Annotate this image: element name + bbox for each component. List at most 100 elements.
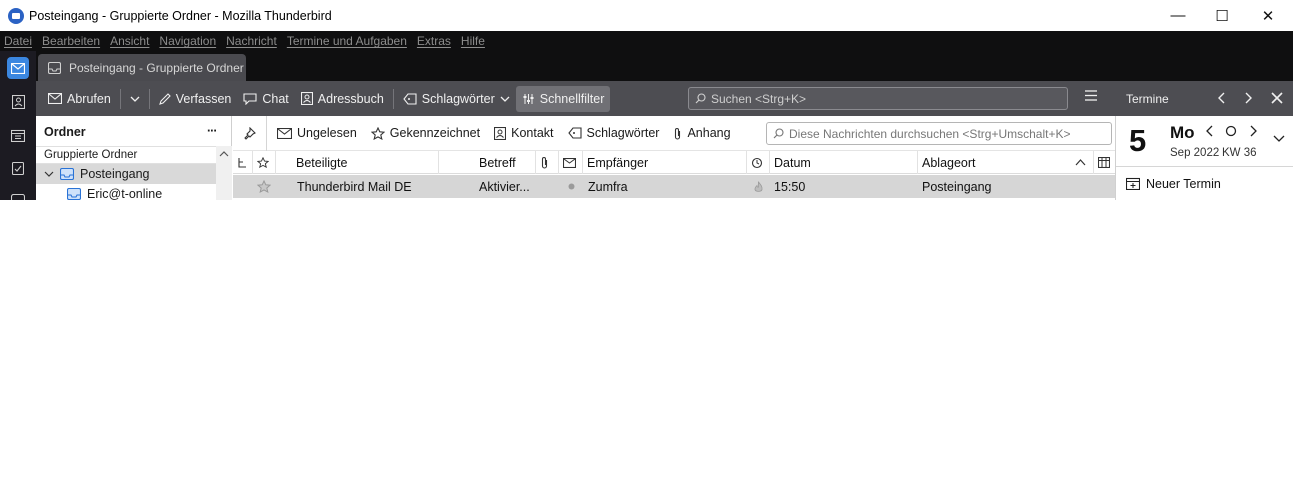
attachment-column-toggle[interactable] (536, 151, 559, 174)
app-menu-button[interactable] (1084, 90, 1098, 104)
tab-label: Posteingang - Gruppierte Ordner (69, 60, 244, 75)
addressbook-space-button[interactable] (7, 91, 29, 113)
get-messages-dropdown[interactable] (124, 86, 146, 112)
unread-mail-icon (277, 127, 292, 139)
mail-space-button[interactable] (7, 57, 29, 79)
calendar-week: KW 36 (1222, 147, 1257, 159)
close-icon[interactable] (1271, 92, 1283, 104)
twisty-expanded-icon[interactable] (44, 171, 54, 177)
chevron-right-icon[interactable] (1244, 92, 1252, 104)
write-label: Verfassen (175, 91, 232, 106)
addressbook-button[interactable]: Adressbuch (295, 86, 390, 112)
inbox-icon (60, 168, 74, 180)
menu-bar: Datei Bearbeiten Ansicht Navigation Nach… (0, 31, 1293, 51)
folder-item-posteingang[interactable]: Posteingang (36, 164, 217, 184)
filter-contact-button[interactable]: Kontakt (494, 126, 554, 140)
tab-strip: Posteingang - Gruppierte Ordner (36, 51, 1293, 81)
search-icon (773, 128, 784, 139)
folder-pane-scrollbar[interactable] (216, 146, 232, 200)
folder-item-account[interactable]: Eric@t-online (36, 184, 217, 200)
today-pane-title: Termine (1126, 91, 1169, 106)
chat-button[interactable]: Chat (237, 86, 294, 112)
read-status-column-toggle[interactable] (559, 151, 583, 174)
message-correspondent: Thunderbird Mail DE (297, 179, 412, 194)
tab-posteingang[interactable]: Posteingang - Gruppierte Ordner (38, 54, 246, 81)
get-messages-button[interactable]: Abrufen (42, 86, 117, 112)
read-status-icon (563, 157, 576, 168)
mail-toolbar: Abrufen Verfassen Chat Adressbuch Schlag… (36, 81, 1115, 116)
star-icon (257, 180, 271, 193)
filter-unread-button[interactable]: Ungelesen (277, 126, 357, 140)
column-correspondents[interactable]: Beteiligte (276, 151, 439, 174)
window-title: Posteingang - Gruppierte Ordner - Mozill… (29, 8, 332, 23)
star-toggle[interactable] (257, 175, 271, 198)
tasks-icon (12, 161, 24, 175)
global-search-input[interactable]: Suchen <Strg+K> (688, 87, 1068, 110)
calendar-space-button[interactable] (7, 124, 29, 146)
tasks-space-button[interactable] (7, 157, 29, 179)
menu-navigation[interactable]: Navigation (159, 34, 216, 48)
inbox-icon (48, 61, 61, 74)
pencil-icon (158, 92, 171, 105)
message-row[interactable]: Thunderbird Mail DE Aktivier... Zumfra 1… (233, 175, 1115, 198)
folder-label: Posteingang (80, 167, 150, 181)
menu-bearbeiten[interactable]: Bearbeiten (42, 34, 100, 48)
addressbook-icon (11, 95, 25, 109)
column-date[interactable]: Datum (770, 151, 918, 174)
starred-column-toggle[interactable] (253, 151, 276, 174)
maximize-button[interactable]: ☐ (1199, 0, 1245, 31)
menu-hilfe[interactable]: Hilfe (461, 34, 485, 48)
filter-attachment-button[interactable]: Anhang (673, 126, 731, 140)
spaces-toolbar (0, 51, 36, 200)
close-window-button[interactable]: ✕ (1245, 0, 1291, 31)
previous-day-icon[interactable] (1206, 125, 1214, 137)
quick-filter-button[interactable]: Schnellfilter (515, 85, 611, 112)
junk-column-toggle[interactable] (747, 151, 770, 174)
title-bar: Posteingang - Gruppierte Ordner - Mozill… (0, 0, 1293, 31)
menu-nachricht[interactable]: Nachricht (226, 34, 277, 48)
day-number: 5 (1129, 123, 1147, 158)
tag-icon (403, 92, 417, 105)
sticky-filter-button[interactable] (233, 115, 267, 151)
pin-icon (244, 126, 256, 140)
new-event-button[interactable]: Neuer Termin (1116, 166, 1293, 200)
filter-tags-button[interactable]: Schlagwörter (567, 126, 660, 140)
read-status-dot[interactable] (568, 175, 575, 198)
new-event-icon (1126, 177, 1140, 190)
folder-pane-title: Ordner (44, 124, 86, 139)
junk-status[interactable] (753, 175, 764, 198)
menu-datei[interactable]: Datei (4, 34, 32, 48)
filter-tags-label: Schlagwörter (586, 126, 660, 140)
month-year: Sep 2022 (1170, 147, 1220, 159)
menu-extras[interactable]: Extras (417, 34, 451, 48)
chevron-down-icon[interactable] (1273, 135, 1285, 142)
today-circle-icon[interactable] (1225, 125, 1237, 137)
column-location[interactable]: Ablageort (918, 151, 1094, 174)
column-picker-button[interactable] (1094, 151, 1115, 174)
menu-termine[interactable]: Termine und Aufgaben (287, 34, 407, 48)
quick-filter-search-input[interactable]: Diese Nachrichten durchsuchen <Strg+Umsc… (766, 122, 1112, 145)
chevron-down-icon (130, 96, 140, 102)
global-search-placeholder: Suchen <Strg+K> (711, 91, 807, 106)
chevron-left-icon[interactable] (1218, 92, 1226, 104)
tags-button[interactable]: Schlagwörter (397, 86, 516, 112)
menu-ansicht[interactable]: Ansicht (110, 34, 149, 48)
chat-space-button[interactable] (7, 189, 29, 200)
scroll-up-icon[interactable] (219, 151, 229, 157)
filter-sliders-icon (523, 93, 534, 104)
filter-unread-label: Ungelesen (297, 126, 357, 140)
folder-pane-more-button[interactable]: ··· (207, 124, 217, 138)
write-button[interactable]: Verfassen (153, 86, 238, 112)
filter-starred-button[interactable]: Gekennzeichnet (370, 126, 480, 140)
star-icon (257, 157, 269, 168)
folder-pane: Ordner ··· Gruppierte Ordner Posteingang… (36, 116, 232, 200)
column-recipient[interactable]: Empfänger (583, 151, 747, 174)
contact-icon (494, 126, 507, 140)
tags-label: Schlagwörter (421, 91, 495, 106)
column-location-label: Ablageort (922, 155, 976, 170)
minimize-button[interactable]: — (1155, 0, 1201, 31)
folder-mode-label: Gruppierte Ordner (36, 146, 232, 164)
thread-column-toggle[interactable] (233, 151, 253, 174)
next-day-icon[interactable] (1249, 125, 1257, 137)
column-subject[interactable]: Betreff (439, 151, 536, 174)
